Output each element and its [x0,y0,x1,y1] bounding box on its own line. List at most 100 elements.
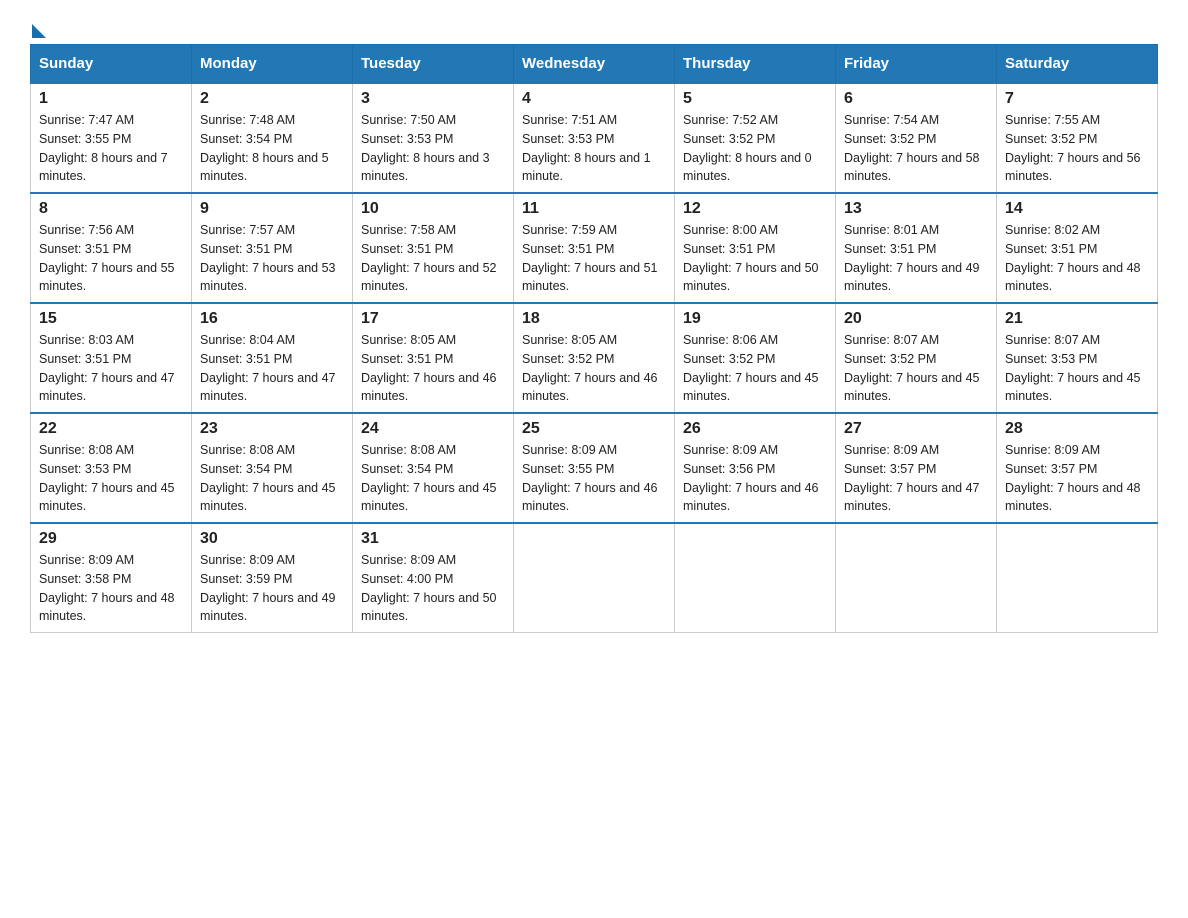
day-header-tuesday: Tuesday [353,45,514,84]
calendar-cell: 4 Sunrise: 7:51 AMSunset: 3:53 PMDaylight… [514,83,675,193]
day-number: 21 [1005,310,1149,328]
calendar-cell: 5 Sunrise: 7:52 AMSunset: 3:52 PMDaylight… [675,83,836,193]
calendar-week-row: 15Sunrise: 8:03 AMSunset: 3:51 PMDayligh… [31,303,1158,413]
day-number: 29 [39,530,183,548]
day-info: Sunrise: 7:52 AMSunset: 3:52 PMDaylight:… [683,111,827,186]
day-info: Sunrise: 7:57 AMSunset: 3:51 PMDaylight:… [200,221,344,296]
day-info: Sunrise: 8:05 AMSunset: 3:51 PMDaylight:… [361,331,505,406]
calendar-cell [675,523,836,633]
calendar-cell: 27 Sunrise: 8:09 AMSunset: 3:57 PMDayligh… [836,413,997,523]
day-number: 11 [522,200,666,218]
day-header-monday: Monday [192,45,353,84]
day-header-sunday: Sunday [31,45,192,84]
day-number: 27 [844,420,988,438]
calendar-cell: 17Sunrise: 8:05 AMSunset: 3:51 PMDayligh… [353,303,514,413]
day-info: Sunrise: 8:09 AMSunset: 3:59 PMDaylight:… [200,551,344,626]
calendar-header-row: SundayMondayTuesdayWednesdayThursdayFrid… [31,45,1158,84]
day-header-saturday: Saturday [997,45,1158,84]
calendar-week-row: 22 Sunrise: 8:08 AMSunset: 3:53 PMDayligh… [31,413,1158,523]
day-info: Sunrise: 7:59 AMSunset: 3:51 PMDaylight:… [522,221,666,296]
day-number: 13 [844,200,988,218]
calendar-table: SundayMondayTuesdayWednesdayThursdayFrid… [30,44,1158,633]
day-number: 4 [522,90,666,108]
day-number: 2 [200,90,344,108]
day-info: Sunrise: 8:08 AMSunset: 3:53 PMDaylight:… [39,441,183,516]
calendar-cell: 25Sunrise: 8:09 AMSunset: 3:55 PMDayligh… [514,413,675,523]
day-number: 31 [361,530,505,548]
calendar-cell: 14 Sunrise: 8:02 AMSunset: 3:51 PMDayligh… [997,193,1158,303]
day-info: Sunrise: 8:05 AMSunset: 3:52 PMDaylight:… [522,331,666,406]
calendar-cell: 23Sunrise: 8:08 AMSunset: 3:54 PMDayligh… [192,413,353,523]
calendar-cell: 7Sunrise: 7:55 AMSunset: 3:52 PMDaylight… [997,83,1158,193]
day-info: Sunrise: 8:09 AMSunset: 4:00 PMDaylight:… [361,551,505,626]
calendar-cell: 22 Sunrise: 8:08 AMSunset: 3:53 PMDayligh… [31,413,192,523]
day-number: 5 [683,90,827,108]
day-info: Sunrise: 8:01 AMSunset: 3:51 PMDaylight:… [844,221,988,296]
day-info: Sunrise: 8:03 AMSunset: 3:51 PMDaylight:… [39,331,183,406]
calendar-week-row: 29 Sunrise: 8:09 AMSunset: 3:58 PMDayligh… [31,523,1158,633]
calendar-cell: 10 Sunrise: 7:58 AMSunset: 3:51 PMDayligh… [353,193,514,303]
day-header-thursday: Thursday [675,45,836,84]
calendar-cell: 30 Sunrise: 8:09 AMSunset: 3:59 PMDayligh… [192,523,353,633]
calendar-cell: 16 Sunrise: 8:04 AMSunset: 3:51 PMDayligh… [192,303,353,413]
calendar-cell: 1 Sunrise: 7:47 AMSunset: 3:55 PMDaylight… [31,83,192,193]
calendar-week-row: 1 Sunrise: 7:47 AMSunset: 3:55 PMDaylight… [31,83,1158,193]
day-number: 10 [361,200,505,218]
day-info: Sunrise: 8:09 AMSunset: 3:58 PMDaylight:… [39,551,183,626]
day-header-wednesday: Wednesday [514,45,675,84]
day-number: 3 [361,90,505,108]
calendar-cell: 8 Sunrise: 7:56 AMSunset: 3:51 PMDaylight… [31,193,192,303]
calendar-cell: 28 Sunrise: 8:09 AMSunset: 3:57 PMDayligh… [997,413,1158,523]
day-info: Sunrise: 7:54 AMSunset: 3:52 PMDaylight:… [844,111,988,186]
day-info: Sunrise: 8:09 AMSunset: 3:57 PMDaylight:… [844,441,988,516]
calendar-cell [836,523,997,633]
calendar-cell: 12 Sunrise: 8:00 AMSunset: 3:51 PMDayligh… [675,193,836,303]
day-number: 7 [1005,90,1149,108]
day-number: 8 [39,200,183,218]
calendar-cell: 6 Sunrise: 7:54 AMSunset: 3:52 PMDaylight… [836,83,997,193]
calendar-cell: 21 Sunrise: 8:07 AMSunset: 3:53 PMDayligh… [997,303,1158,413]
day-info: Sunrise: 8:00 AMSunset: 3:51 PMDaylight:… [683,221,827,296]
day-info: Sunrise: 8:07 AMSunset: 3:53 PMDaylight:… [1005,331,1149,406]
day-number: 9 [200,200,344,218]
day-number: 12 [683,200,827,218]
day-number: 19 [683,310,827,328]
day-info: Sunrise: 7:58 AMSunset: 3:51 PMDaylight:… [361,221,505,296]
day-number: 1 [39,90,183,108]
calendar-cell [514,523,675,633]
day-info: Sunrise: 7:48 AMSunset: 3:54 PMDaylight:… [200,111,344,186]
day-info: Sunrise: 8:08 AMSunset: 3:54 PMDaylight:… [200,441,344,516]
day-info: Sunrise: 7:51 AMSunset: 3:53 PMDaylight:… [522,111,666,186]
logo [30,20,46,34]
day-number: 30 [200,530,344,548]
day-info: Sunrise: 7:47 AMSunset: 3:55 PMDaylight:… [39,111,183,186]
day-number: 16 [200,310,344,328]
day-number: 14 [1005,200,1149,218]
calendar-cell: 3 Sunrise: 7:50 AMSunset: 3:53 PMDaylight… [353,83,514,193]
calendar-cell: 20Sunrise: 8:07 AMSunset: 3:52 PMDayligh… [836,303,997,413]
day-number: 18 [522,310,666,328]
day-header-friday: Friday [836,45,997,84]
day-number: 28 [1005,420,1149,438]
day-info: Sunrise: 8:08 AMSunset: 3:54 PMDaylight:… [361,441,505,516]
calendar-cell: 2 Sunrise: 7:48 AMSunset: 3:54 PMDaylight… [192,83,353,193]
calendar-cell: 29 Sunrise: 8:09 AMSunset: 3:58 PMDayligh… [31,523,192,633]
day-info: Sunrise: 8:04 AMSunset: 3:51 PMDaylight:… [200,331,344,406]
day-info: Sunrise: 8:06 AMSunset: 3:52 PMDaylight:… [683,331,827,406]
day-info: Sunrise: 7:56 AMSunset: 3:51 PMDaylight:… [39,221,183,296]
calendar-week-row: 8 Sunrise: 7:56 AMSunset: 3:51 PMDaylight… [31,193,1158,303]
day-info: Sunrise: 8:09 AMSunset: 3:55 PMDaylight:… [522,441,666,516]
day-info: Sunrise: 8:09 AMSunset: 3:57 PMDaylight:… [1005,441,1149,516]
day-number: 6 [844,90,988,108]
day-number: 22 [39,420,183,438]
day-info: Sunrise: 7:50 AMSunset: 3:53 PMDaylight:… [361,111,505,186]
calendar-cell: 26Sunrise: 8:09 AMSunset: 3:56 PMDayligh… [675,413,836,523]
calendar-cell: 9 Sunrise: 7:57 AMSunset: 3:51 PMDaylight… [192,193,353,303]
logo-arrow-icon [32,24,46,38]
calendar-cell: 15Sunrise: 8:03 AMSunset: 3:51 PMDayligh… [31,303,192,413]
day-info: Sunrise: 8:02 AMSunset: 3:51 PMDaylight:… [1005,221,1149,296]
calendar-cell: 19 Sunrise: 8:06 AMSunset: 3:52 PMDayligh… [675,303,836,413]
page-header [30,20,1158,34]
calendar-cell: 13 Sunrise: 8:01 AMSunset: 3:51 PMDayligh… [836,193,997,303]
day-number: 26 [683,420,827,438]
